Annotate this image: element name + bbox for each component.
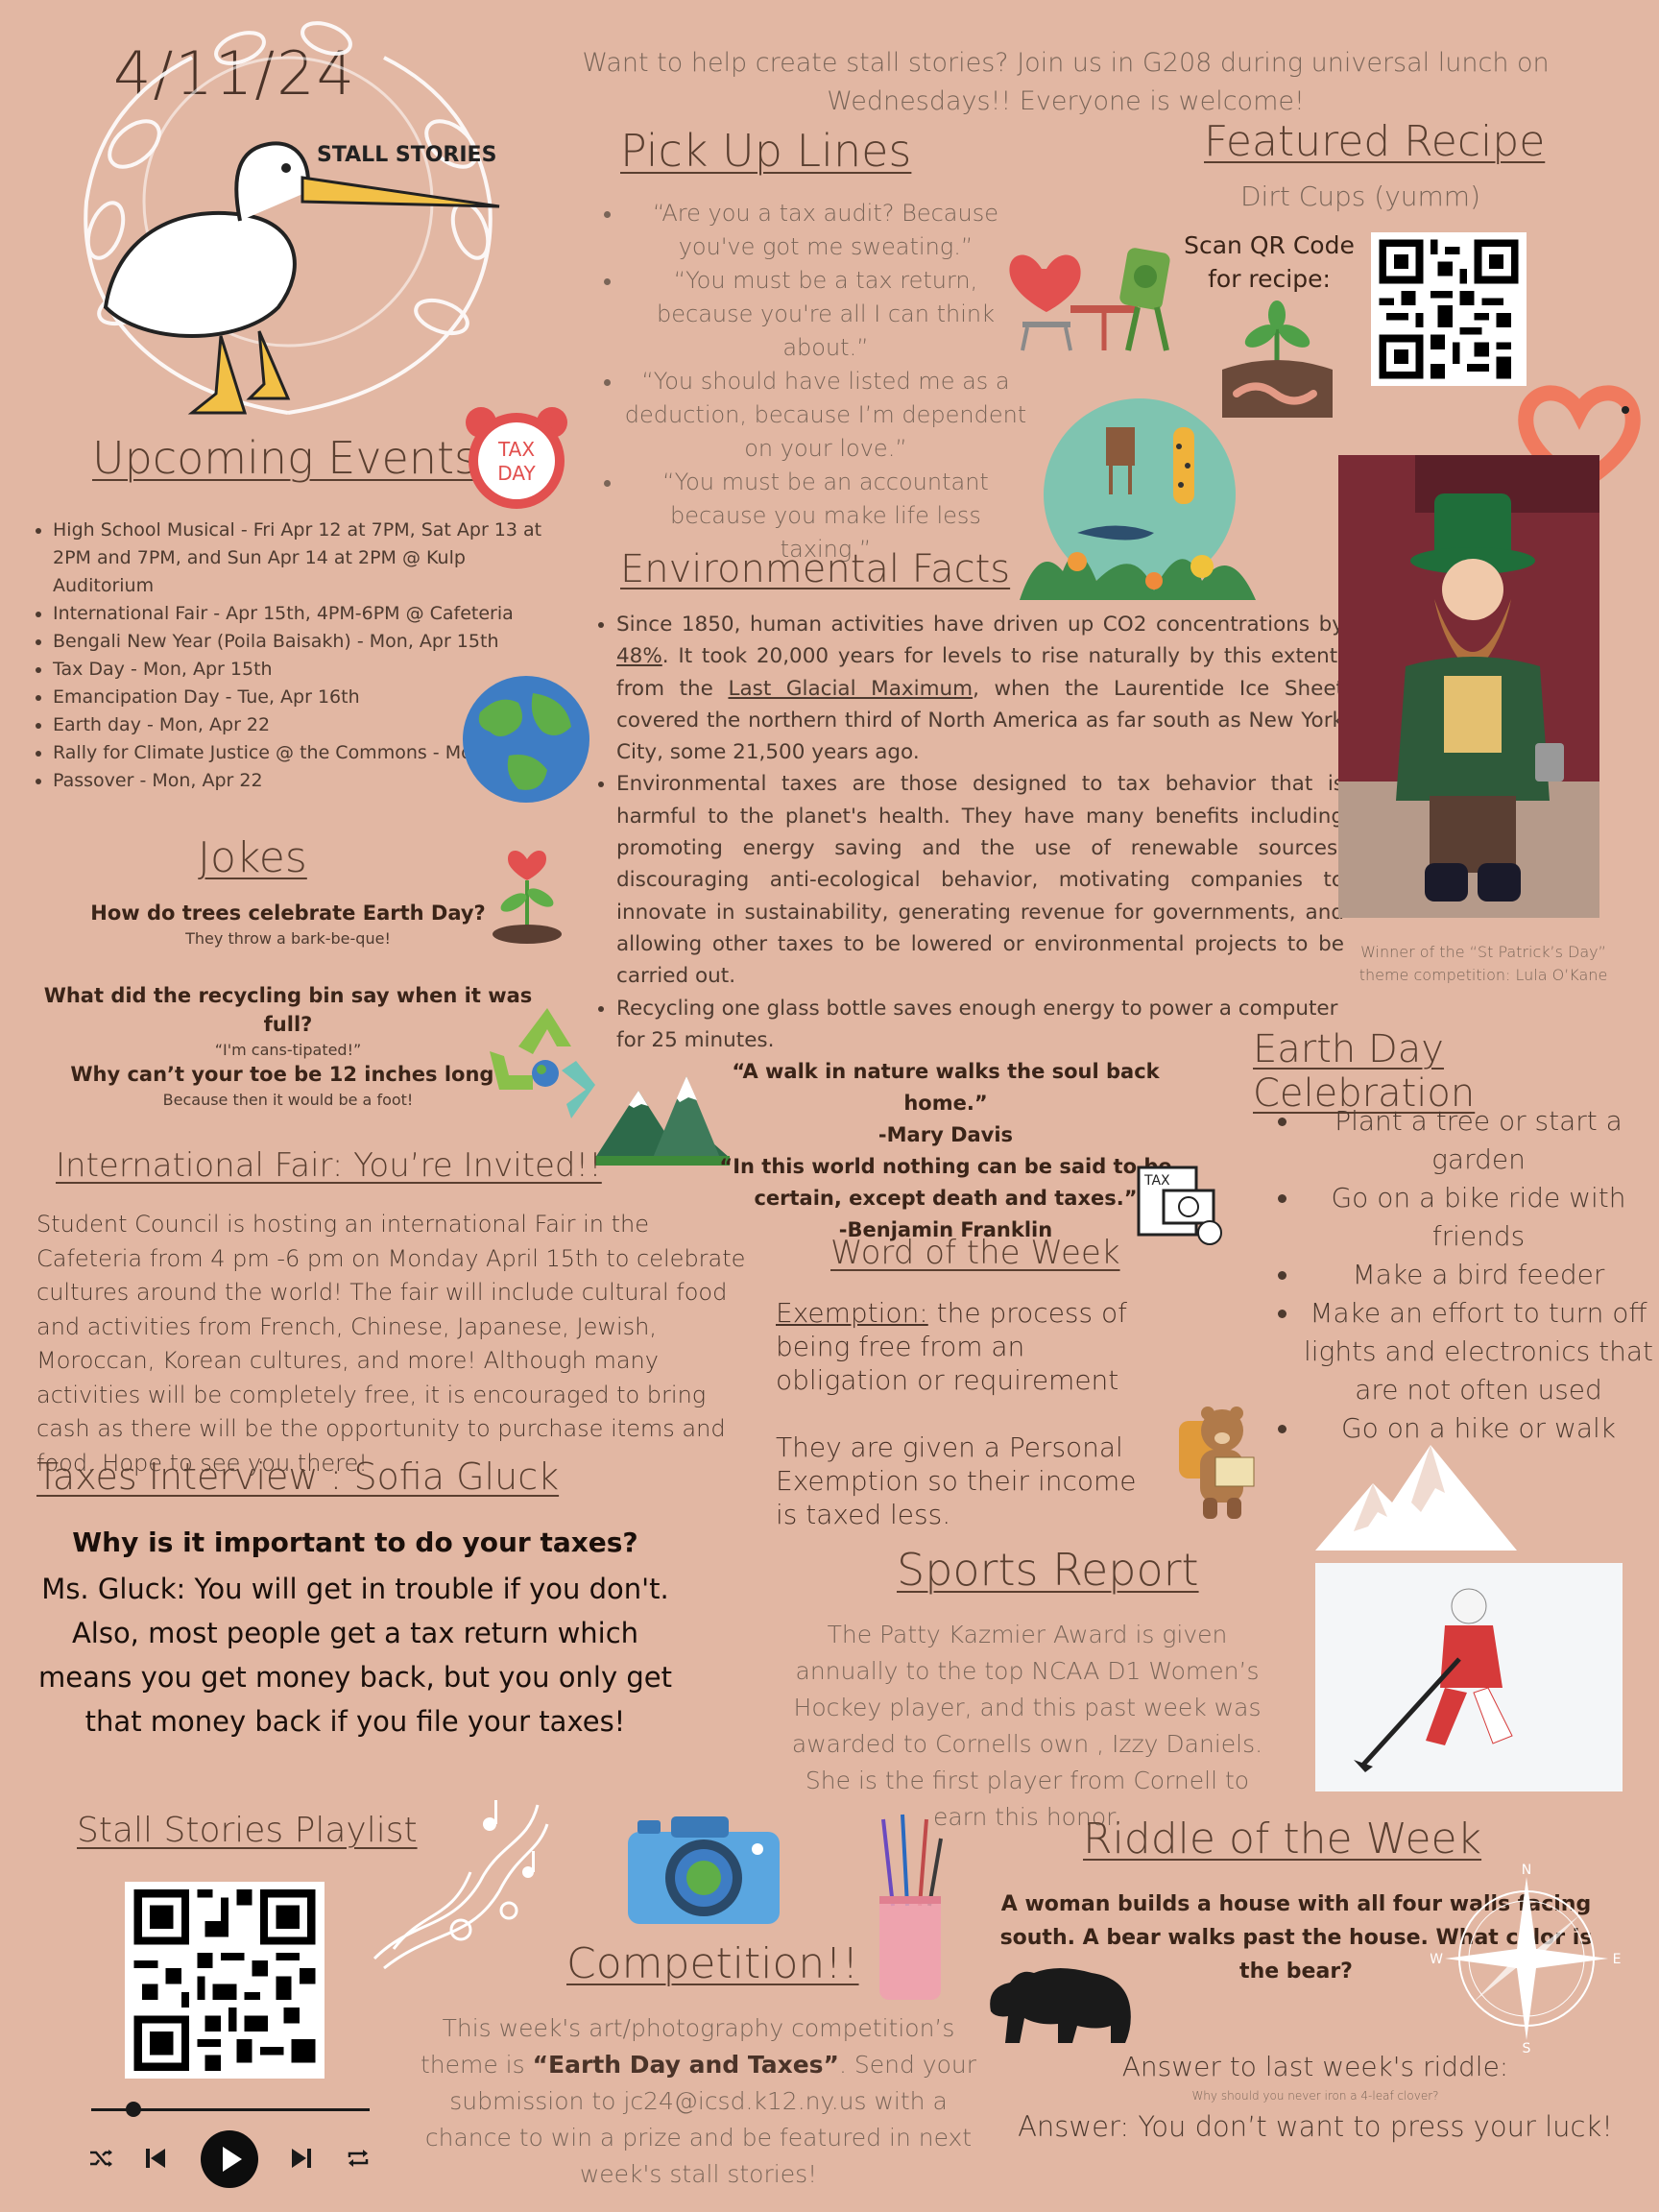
paintbrush-jar-icon	[879, 1814, 943, 2000]
playlist-progress-track[interactable]	[91, 2102, 370, 2117]
leprechaun-winner-photo	[1338, 455, 1599, 918]
word-term: Exemption:	[776, 1297, 928, 1329]
env-fact-text: Since 1850, human activities have driven…	[616, 613, 1344, 637]
mountains-icon	[595, 1076, 730, 1166]
earthday-item: Make an effort to turn off lights and el…	[1301, 1294, 1656, 1409]
pelican-logo: STALL STORIES	[84, 21, 500, 415]
earthday-item: Go on a bike ride with friends	[1301, 1179, 1656, 1256]
recycle-globe-icon	[490, 1008, 595, 1118]
camera-icon	[628, 1816, 780, 1924]
compass-rose-icon: N S E W	[1431, 1863, 1622, 2055]
joke-answer: Because then it would be a foot!	[162, 1091, 414, 1109]
tax-day-badge-line2: DAY	[497, 462, 536, 485]
pickup-line: “You should have listed me as a deductio…	[624, 365, 1027, 466]
winner-caption: Winner of the “St Patrick’s Day” theme c…	[1358, 943, 1608, 984]
joke-1: How do trees celebrate Earth Day? They t…	[38, 899, 538, 950]
jokes-title: Jokes	[198, 833, 307, 882]
earthday-item: Go on a hike or walk	[1301, 1409, 1656, 1448]
last-glacial-maximum-link[interactable]: Last Glacial Maximum	[728, 677, 973, 701]
env-title: Environmental Facts	[620, 547, 1011, 591]
sports-body: The Patty Kazmier Award is given annuall…	[791, 1621, 1263, 1831]
word-definition: Exemption: the process of being free fro…	[776, 1296, 1160, 1397]
previous-track-icon[interactable]	[144, 2147, 167, 2170]
quote-2: “In this world nothing can be said to be…	[719, 1155, 1172, 1210]
shuffle-icon[interactable]	[88, 2147, 113, 2170]
competition-theme: “Earth Day and Taxes”	[532, 2051, 839, 2079]
next-track-icon[interactable]	[290, 2147, 313, 2170]
recipe-title: Featured Recipe	[1204, 117, 1546, 166]
bear-silhouette-icon	[990, 1968, 1131, 2043]
joke-answer: They throw a bark-be-que!	[185, 929, 391, 948]
music-notes-decoration	[373, 1800, 549, 1970]
pickup-title: Pick Up Lines	[620, 125, 912, 177]
earthday-list: Plant a tree or start a garden Go on a b…	[1272, 1102, 1656, 1448]
fair-body: Student Council is hosting an internatio…	[36, 1211, 746, 1477]
riddle-last-label: Answer to last week's riddle:	[1121, 2051, 1509, 2082]
joke-question: What did the recycling bin say when it w…	[43, 984, 533, 1036]
repeat-icon[interactable]	[346, 2147, 371, 2170]
nature-animals-illustration	[1020, 398, 1256, 600]
recipe-scan-label: Scan QR Code for recipe:	[1184, 231, 1355, 293]
interview-answer: Ms. Gluck: You will get in trouble if yo…	[38, 1573, 672, 1738]
play-button[interactable]	[200, 2129, 259, 2189]
recipe-qr-code[interactable]	[1371, 232, 1527, 386]
env-fact: Environmental taxes are those designed t…	[616, 768, 1344, 992]
joke-2: What did the recycling bin say when it w…	[29, 981, 547, 1062]
riddle-last-answer: Answer: You don’t want to press your luc…	[1018, 2110, 1613, 2143]
pickup-list: “Are you a tax audit? Because you've got…	[595, 197, 1027, 566]
tax-icon-label: TAX	[1143, 1173, 1170, 1189]
events-title: Upcoming Events	[92, 432, 478, 484]
joke-3: Why can’t your toe be 12 inches long? Be…	[38, 1060, 538, 1112]
earthday-item: Plant a tree or start a garden	[1301, 1102, 1656, 1179]
interview-question: Why is it important to do your taxes?	[72, 1527, 638, 1558]
co2-48-percent-link[interactable]: 48%	[616, 644, 662, 668]
env-facts-list: Since 1850, human activities have driven…	[588, 609, 1344, 1056]
playlist-progress-knob[interactable]	[125, 2102, 141, 2117]
interview-title: Taxes Interview : Sofia Gluck	[36, 1455, 560, 1498]
riddle-title: Riddle of the Week	[1083, 1815, 1482, 1863]
tax-day-clock-icon: TAX DAY	[466, 407, 567, 509]
word-example: They are given a Personal Exemption so t…	[776, 1431, 1137, 1530]
env-fact: Since 1850, human activities have driven…	[616, 609, 1344, 768]
pickup-line: “Are you a tax audit? Because you've got…	[624, 197, 1027, 264]
competition-body: This week's art/photography competition’…	[418, 2010, 979, 2193]
fair-title: International Fair: You’re Invited!!	[56, 1146, 602, 1185]
sports-title: Sports Report	[897, 1544, 1199, 1596]
logo-text: STALL STORIES	[317, 143, 496, 167]
tax-document-icon: TAX	[1137, 1166, 1222, 1245]
tax-day-badge-line1: TAX	[497, 438, 535, 461]
player-controls	[88, 2128, 376, 2189]
snow-mountain-icon	[1315, 1445, 1517, 1551]
earthday-item: Make a bird feeder	[1301, 1256, 1656, 1294]
earth-globe-icon	[463, 676, 589, 803]
competition-title: Competition!!	[566, 1939, 859, 1988]
pickup-line: “You must be a tax return, because you'r…	[624, 264, 1027, 365]
event-item: International Fair - Apr 15th, 4PM-6PM @…	[53, 600, 562, 628]
heart-money-couple-icon	[1009, 248, 1170, 351]
playlist-qr-code[interactable]	[125, 1882, 325, 2079]
quote-1: “A walk in nature walks the soul back ho…	[732, 1060, 1160, 1115]
word-title: Word of the Week	[830, 1234, 1120, 1272]
event-item: High School Musical - Fri Apr 12 at 7PM,…	[53, 517, 562, 600]
riddle-last-question: Why should you never iron a 4-leaf clove…	[1191, 2089, 1439, 2103]
invite-banner: Want to help create stall stories? Join …	[582, 48, 1550, 116]
compass-n: N	[1522, 1863, 1531, 1878]
joke-question: Why can’t your toe be 12 inches long?	[70, 1063, 506, 1086]
recipe-name: Dirt Cups (yumm)	[1240, 180, 1481, 212]
compass-w: W	[1431, 1952, 1443, 1967]
hockey-player-photo	[1315, 1563, 1623, 1791]
joke-answer: “I'm cans-tipated!”	[214, 1041, 362, 1059]
bear-hiker-icon	[1179, 1407, 1255, 1519]
quotes-block: “A walk in nature walks the soul back ho…	[710, 1056, 1181, 1246]
env-fact: Recycling one glass bottle saves enough …	[616, 993, 1344, 1057]
quote-1-author: -Mary Davis	[878, 1123, 1014, 1146]
compass-e: E	[1613, 1952, 1622, 1967]
joke-question: How do trees celebrate Earth Day?	[90, 902, 486, 925]
event-item: Bengali New Year (Poila Baisakh) - Mon, …	[53, 628, 562, 656]
